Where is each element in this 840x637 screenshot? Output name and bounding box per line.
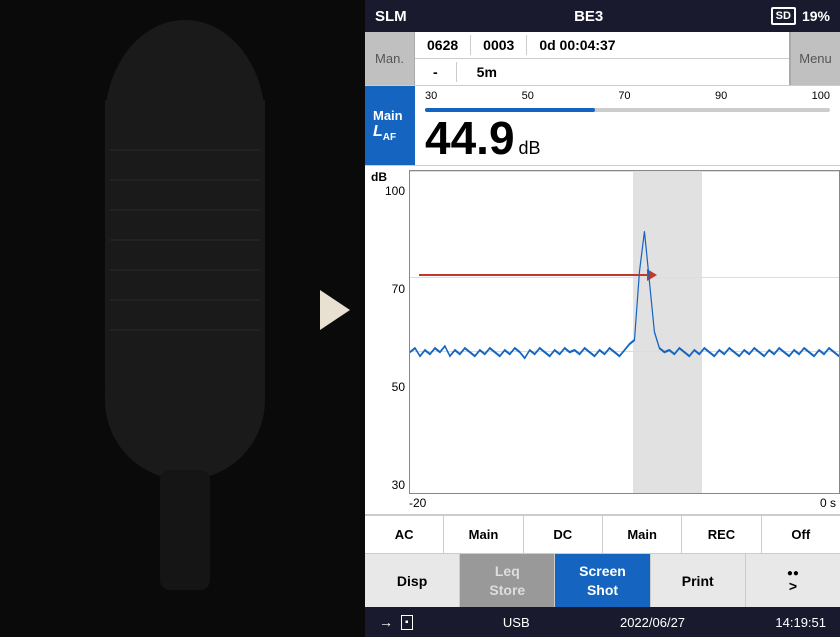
header-interval: 5m — [457, 62, 517, 82]
chart-inner — [409, 170, 840, 494]
btn-leq-store[interactable]: LeqStore — [460, 554, 555, 607]
y-label-30: 30 — [392, 478, 405, 492]
btn-ac[interactable]: AC — [365, 516, 444, 553]
elapsed-time: 0d 00:04:37 — [527, 35, 627, 55]
measurement-num1: 0628 — [415, 35, 471, 55]
top-bar-right: SD 19% — [771, 7, 830, 25]
man-button[interactable]: Man. — [365, 32, 415, 85]
y-axis-labels: 100 70 50 30 — [365, 170, 409, 494]
main-row: Main LAF 30 50 70 90 100 44.9 dB — [365, 86, 840, 166]
measurement-value: 44.9 dB — [425, 115, 830, 161]
header-bottom: - 5m — [415, 59, 789, 85]
battery-percent: 19% — [802, 8, 830, 24]
measurement-num2: 0003 — [471, 35, 527, 55]
btn-rec[interactable]: REC — [682, 516, 761, 553]
x-label-start: -20 — [409, 496, 426, 510]
btn-dc[interactable]: DC — [524, 516, 603, 553]
scale-labels: 30 50 70 90 100 — [425, 90, 830, 102]
y-label-50: 50 — [392, 380, 405, 394]
btn-screenshot[interactable]: ScreenShot — [555, 554, 650, 607]
btn-main-2[interactable]: Main — [603, 516, 682, 553]
btn-off[interactable]: Off — [762, 516, 840, 553]
btn-disp[interactable]: Disp — [365, 554, 460, 607]
main-label: Main LAF — [365, 86, 415, 165]
menu-button[interactable]: Menu — [790, 32, 840, 85]
main-content: 30 50 70 90 100 44.9 dB — [415, 86, 840, 165]
y-label-100: 100 — [385, 184, 405, 198]
slm-panel: SLM BE3 SD 19% Man. 0628 0003 0d 00:04:3… — [365, 0, 840, 637]
sd-icon: SD — [771, 7, 796, 25]
header-center: 0628 0003 0d 00:04:37 - 5m — [415, 32, 790, 85]
btn-row-1: AC Main DC Main REC Off — [365, 515, 840, 553]
scale-bar — [425, 104, 830, 115]
chart-section: dB 100 70 50 30 — [365, 166, 840, 515]
header-dash: - — [415, 62, 457, 82]
header-row: Man. 0628 0003 0d 00:04:37 - 5m Menu — [365, 32, 840, 86]
arrow-icon: → — [379, 614, 393, 630]
x-label-end: 0 s — [820, 496, 836, 510]
measurement-unit: dB — [519, 139, 541, 157]
chart-container: 100 70 50 30 — [365, 170, 840, 494]
grid-line-30 — [410, 493, 839, 494]
top-bar: SLM BE3 SD 19% — [365, 0, 840, 32]
btn-more[interactable]: ●● > — [746, 554, 840, 607]
btn-main-1[interactable]: Main — [444, 516, 523, 553]
disk-icon: ▪ — [401, 615, 413, 630]
time-label: 14:19:51 — [775, 615, 826, 630]
left-panel — [0, 0, 370, 637]
header-top-nums: 0628 0003 0d 00:04:37 — [415, 32, 789, 59]
usb-label: USB — [503, 615, 530, 630]
y-label-70: 70 — [392, 282, 405, 296]
status-bar: → ▪ USB 2022/06/27 14:19:51 — [365, 607, 840, 637]
device-id: BE3 — [574, 8, 603, 25]
slm-label: SLM — [375, 8, 407, 25]
btn-row-2: Disp LeqStore ScreenShot Print ●● > — [365, 553, 840, 607]
date-label: 2022/06/27 — [620, 615, 685, 630]
btn-print[interactable]: Print — [651, 554, 746, 607]
x-axis-labels: -20 0 s — [365, 494, 840, 510]
status-left: → ▪ — [379, 614, 413, 630]
